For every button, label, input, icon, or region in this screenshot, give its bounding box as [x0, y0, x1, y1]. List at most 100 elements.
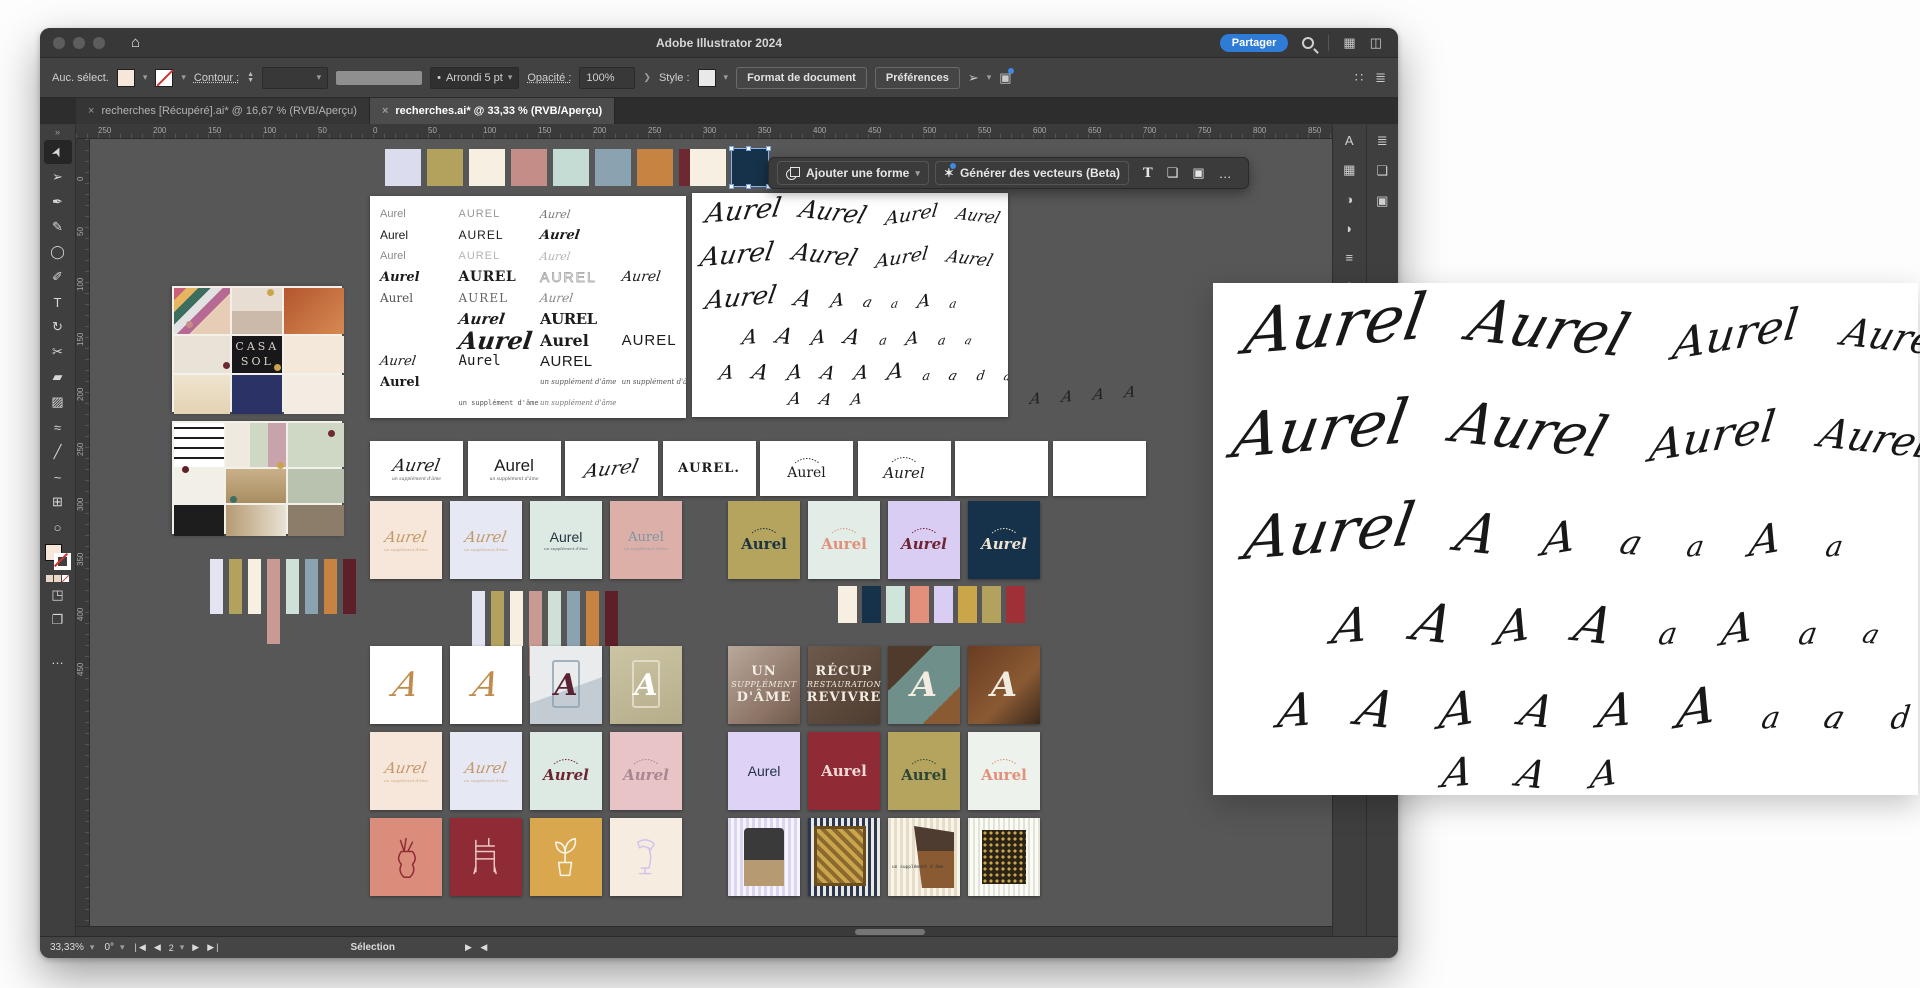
- palette-swatch[interactable]: [343, 559, 356, 614]
- vase-illustration[interactable]: [370, 818, 442, 896]
- chevron-down-icon[interactable]: ▾: [987, 72, 992, 83]
- type-sample[interactable]: [380, 330, 459, 350]
- chevron-down-icon[interactable]: ▾: [143, 72, 148, 83]
- gradient-tool[interactable]: ▨: [44, 390, 72, 414]
- color-swatch[interactable]: [553, 149, 589, 186]
- stroke-swatch[interactable]: [54, 553, 71, 570]
- chevron-right-icon[interactable]: ❯: [643, 72, 651, 83]
- character-panel-icon[interactable]: A: [1345, 133, 1354, 148]
- type-sample[interactable]: Aurel: [380, 351, 459, 371]
- zoom-tool[interactable]: ○: [44, 515, 72, 539]
- traffic-lights[interactable]: [53, 37, 105, 49]
- pencil-tool[interactable]: ✐: [44, 265, 72, 289]
- type-sample[interactable]: un supplément d'âme: [540, 393, 622, 413]
- panel-menu-icon[interactable]: ≣: [1375, 71, 1386, 84]
- type-sample[interactable]: AUREL: [622, 330, 682, 350]
- type-tool-icon[interactable]: T: [1143, 166, 1153, 181]
- add-shape-button[interactable]: Ajouter une forme▾: [777, 161, 929, 185]
- photo-tile[interactable]: A: [968, 646, 1040, 724]
- screen-mode-icon[interactable]: ❐: [44, 608, 72, 632]
- type-sample[interactable]: AUREL: [459, 267, 541, 287]
- selection-tool[interactable]: ➤: [44, 140, 72, 164]
- type-sample[interactable]: [622, 393, 682, 413]
- color-logo-tile[interactable]: Aurelun supplément d'âme: [370, 501, 442, 579]
- type-sample[interactable]: AUREL: [540, 351, 622, 371]
- lamp-illustration[interactable]: [610, 818, 682, 896]
- type-tool[interactable]: T: [44, 290, 72, 314]
- palette-swatch[interactable]: [510, 591, 523, 646]
- opacity-label[interactable]: Opacité :: [527, 72, 571, 84]
- palette-swatch[interactable]: [548, 591, 561, 646]
- monogram-tile[interactable]: [728, 818, 800, 896]
- handwriting-artboard[interactable]: AurelAurelAurelAurelAurelAurelAurelAurel…: [692, 193, 1008, 417]
- share-button[interactable]: Partager: [1220, 34, 1289, 52]
- type-sample[interactable]: Aurel: [622, 267, 682, 287]
- photo-tile[interactable]: A: [888, 646, 960, 724]
- type-sample[interactable]: un supplément d'âme: [622, 372, 682, 392]
- palette-swatch[interactable]: [472, 591, 485, 646]
- brand-tile[interactable]: Aurel: [610, 732, 682, 810]
- photo-tile[interactable]: UNSUPPLÉMENTD'ÂME: [728, 646, 800, 724]
- close-window-icon[interactable]: [53, 37, 65, 49]
- color-logo-tile[interactable]: Aurel: [968, 501, 1040, 579]
- document-setup-button[interactable]: Format de document: [736, 67, 867, 89]
- logo-option-box[interactable]: AUREL.: [663, 441, 756, 496]
- gradient-swatch-icon[interactable]: [54, 575, 61, 582]
- stroke-panel-icon[interactable]: ≡: [1345, 250, 1353, 265]
- draw-mode-icon[interactable]: ◳: [44, 583, 72, 607]
- more-options-icon[interactable]: …: [1219, 166, 1232, 181]
- palette-swatch[interactable]: [267, 559, 280, 644]
- paintbrush-tool[interactable]: ▰: [44, 365, 72, 389]
- import-export-icon[interactable]: ▣: [999, 71, 1011, 84]
- image-trace-icon[interactable]: ▣: [1192, 165, 1204, 181]
- monogram-tile[interactable]: un supplément d'âme: [888, 818, 960, 896]
- eyedropper-tool[interactable]: ╱: [44, 440, 72, 464]
- type-sample[interactable]: Aurel: [380, 225, 459, 245]
- curvature-tool[interactable]: ✎: [44, 215, 72, 239]
- select-similar-icon[interactable]: ➢: [968, 71, 979, 84]
- libraries-panel-icon[interactable]: ▣: [1376, 193, 1388, 209]
- brand-tile[interactable]: Aurel: [728, 732, 800, 810]
- properties-panel-icon[interactable]: ≣: [1377, 133, 1388, 149]
- type-sample[interactable]: Aurel: [380, 246, 459, 266]
- logo-option-box[interactable]: [955, 441, 1048, 496]
- chevron-down-icon[interactable]: ▾: [90, 942, 95, 953]
- collapse-panel-icon[interactable]: »: [55, 127, 60, 137]
- palette-swatch[interactable]: [1006, 586, 1025, 623]
- palette-swatch[interactable]: [210, 559, 223, 614]
- monogram-tile[interactable]: [808, 818, 880, 896]
- chevron-down-icon[interactable]: ▾: [181, 72, 186, 83]
- palette-swatch[interactable]: [886, 586, 905, 623]
- canvas[interactable]: Ajouter une forme▾✶Générer des vecteurs …: [90, 139, 1332, 936]
- type-sample[interactable]: Aurel: [540, 246, 622, 266]
- type-sample[interactable]: AUREL: [459, 204, 541, 224]
- style-swatch[interactable]: [698, 69, 716, 87]
- stroke-weight-field[interactable]: ▾: [262, 67, 328, 89]
- fill-color-swatch[interactable]: [117, 69, 135, 87]
- chevron-down-icon[interactable]: ▾: [120, 942, 125, 953]
- document-tab[interactable]: ×recherches.ai* @ 33,33 % (RVB/Aperçu): [370, 98, 615, 124]
- maximize-window-icon[interactable]: [93, 37, 105, 49]
- logo-option-box[interactable]: Aurelun supplément d'âme: [370, 441, 463, 496]
- brand-tile[interactable]: Aurel: [808, 732, 880, 810]
- color-swatch[interactable]: [595, 149, 631, 186]
- selection-handle[interactable]: [729, 146, 734, 151]
- artboard-number[interactable]: 2: [169, 943, 174, 953]
- color-panel-icon[interactable]: ◑: [1345, 192, 1353, 207]
- monogram-tile[interactable]: A: [450, 646, 522, 724]
- fill-stroke-control[interactable]: [45, 544, 71, 570]
- type-sample[interactable]: [622, 351, 682, 371]
- last-artboard-button[interactable]: ▶|: [207, 942, 220, 953]
- selected-color-swatch[interactable]: [732, 149, 768, 186]
- brand-tile[interactable]: Aurel: [530, 732, 602, 810]
- logo-option-box[interactable]: [1053, 441, 1146, 496]
- color-logo-tile[interactable]: Aurelun supplément d'âme: [530, 501, 602, 579]
- logo-option-box[interactable]: Aurel: [858, 441, 951, 496]
- color-swatch[interactable]: [469, 149, 505, 186]
- palette-swatch[interactable]: [229, 559, 242, 614]
- type-sample[interactable]: Aurel: [380, 288, 459, 308]
- moodboard-1[interactable]: CASASOL: [172, 286, 342, 412]
- type-sample[interactable]: Aurel: [380, 204, 459, 224]
- color-logo-tile[interactable]: Aurelun supplément d'âme: [450, 501, 522, 579]
- smooth-tool[interactable]: ~: [44, 465, 72, 489]
